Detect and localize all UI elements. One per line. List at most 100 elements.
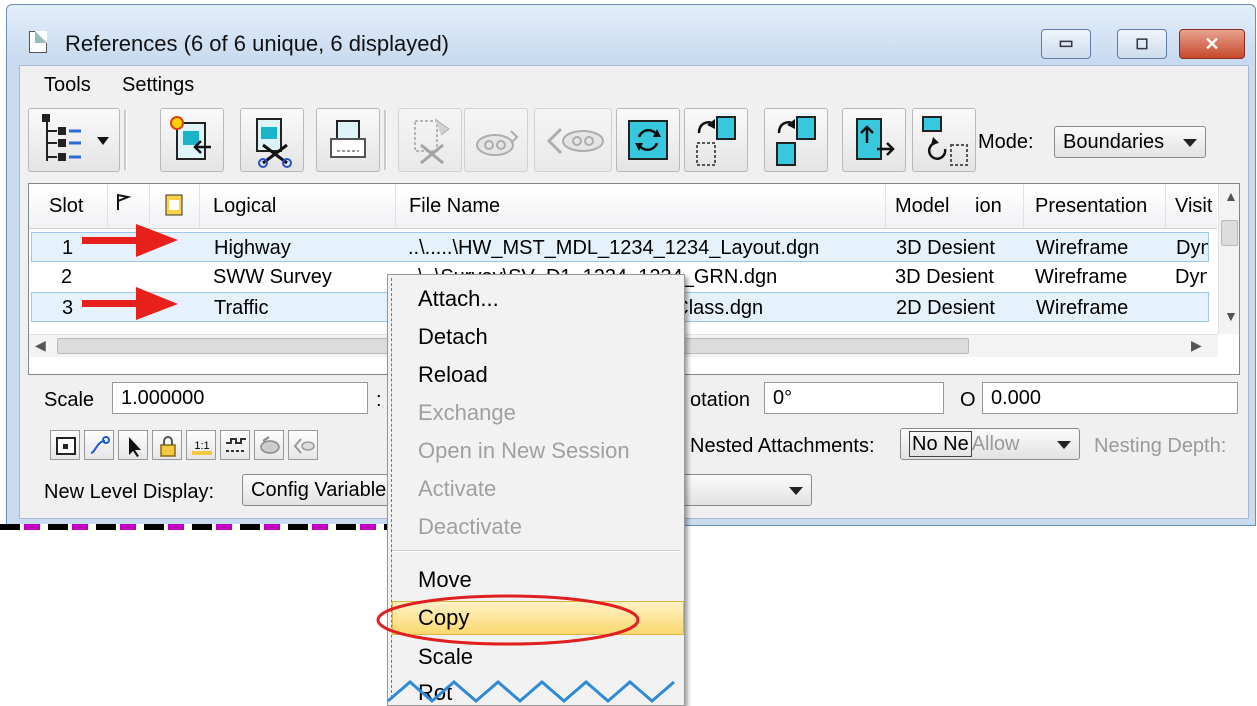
offset-input[interactable]: 0.000 <box>982 382 1238 414</box>
context-menu-separator <box>392 550 680 552</box>
context-menu-deactivate[interactable]: Deactivate <box>418 513 522 541</box>
svg-text:1:1: 1:1 <box>194 440 209 452</box>
scale-reference-button[interactable] <box>842 108 906 172</box>
close-button[interactable]: ✕ <box>1179 29 1245 59</box>
rotation-input[interactable]: 0° <box>764 382 944 414</box>
column-description[interactable]: ion <box>975 194 1002 218</box>
nested-attachments-disabled-value: Allow <box>971 433 1020 455</box>
chevron-down-icon <box>1183 139 1197 147</box>
slot-cell: 2 <box>61 266 73 288</box>
flag-icon[interactable] <box>115 192 132 218</box>
column-divider <box>1165 184 1166 228</box>
context-menu-activate[interactable]: Activate <box>418 475 496 503</box>
scale-separator: : <box>376 389 382 411</box>
minimize-icon: ▭ <box>1058 35 1074 52</box>
slot-cell: 3 <box>62 297 74 319</box>
vertical-scroll-thumb[interactable] <box>1221 220 1238 246</box>
reference-settings-button[interactable] <box>464 108 528 172</box>
move-reference-button[interactable] <box>684 108 748 172</box>
copy-reference-button[interactable] <box>764 108 828 172</box>
menu-settings[interactable]: Settings <box>122 73 194 97</box>
model-cell: 3D Desient <box>895 266 994 288</box>
model-cell: 3D Desient <box>896 237 995 259</box>
detach-reference-button[interactable] <box>240 108 304 172</box>
column-presentation[interactable]: Presentation <box>1035 194 1147 218</box>
maximize-icon: ◻ <box>1135 35 1149 52</box>
print-reference-button[interactable] <box>316 108 380 172</box>
scroll-down-icon[interactable]: ▼ <box>1224 306 1238 326</box>
context-menu: Attach... Detach Reload Exchange Open in… <box>387 274 685 706</box>
file-type-icon[interactable] <box>165 194 183 222</box>
slot-cell: 1 <box>62 237 74 259</box>
attach-reference-button[interactable] <box>160 108 224 172</box>
context-menu-open-new-session[interactable]: Open in New Session <box>418 437 630 465</box>
column-slot[interactable]: Slot <box>49 194 83 218</box>
rotation-label: otation <box>690 389 751 411</box>
model-cell: 2D Desient <box>896 297 995 319</box>
list-header: Slot Logical File Name Model ion Present… <box>29 184 1217 229</box>
context-menu-exchange[interactable]: Exchange <box>418 399 516 427</box>
minimize-button[interactable]: ▭ <box>1041 29 1091 59</box>
nested-attachments-value: No Ne <box>909 431 972 457</box>
ignore-attachment-button[interactable] <box>288 430 318 460</box>
logical-cell: Traffic <box>214 297 269 319</box>
toolbar-separator <box>384 110 387 170</box>
snap-toggle-button[interactable] <box>84 430 114 460</box>
table-row[interactable]: 1 Highway ..\.....\HW_MST_MDL_1234_1234_… <box>31 232 1209 262</box>
context-menu-scale[interactable]: Scale <box>418 643 473 671</box>
column-divider <box>199 184 200 228</box>
rotate-reference-button[interactable] <box>912 108 976 172</box>
nested-attachments-label: Nested Attachments: <box>690 435 875 457</box>
scroll-right-icon[interactable]: ▶ <box>1191 335 1202 355</box>
context-menu-rotate[interactable]: Rot <box>418 679 452 705</box>
logical-cell: SWW Survey <box>213 266 332 288</box>
toolbar-separator <box>124 110 127 170</box>
cut-reference-button[interactable] <box>398 108 462 172</box>
level-display-label: New Level Display: <box>44 481 215 503</box>
scale-label: Scale <box>44 389 95 411</box>
nesting-depth-label: Nesting Depth: <box>1094 435 1227 457</box>
lock-toggle-button[interactable] <box>152 430 182 460</box>
column-visible[interactable]: Visit <box>1175 194 1215 218</box>
close-icon: ✕ <box>1204 34 1220 54</box>
references-icon <box>29 31 47 53</box>
display-toggle-button[interactable] <box>50 430 80 460</box>
mode-value: Boundaries <box>1063 131 1165 153</box>
context-menu-reload[interactable]: Reload <box>418 361 488 389</box>
locate-toggle-button[interactable] <box>118 430 148 460</box>
reference-display-button[interactable] <box>254 430 284 460</box>
presentation-cell: Wireframe <box>1036 297 1129 319</box>
nested-attachments-dropdown[interactable]: No Ne Allow <box>900 428 1080 460</box>
context-menu-gutter <box>391 278 392 698</box>
true-scale-button[interactable]: 1:1 <box>186 430 216 460</box>
line-style-button[interactable] <box>220 430 250 460</box>
tree-view-button[interactable] <box>28 108 120 172</box>
scroll-up-icon[interactable]: ▲ <box>1224 186 1238 206</box>
mode-label: Mode: <box>978 131 1034 153</box>
visible-cell: Dyn <box>1175 266 1207 288</box>
toolbar: Mode: Boundaries <box>20 102 1248 182</box>
context-menu-detach[interactable]: Detach <box>418 323 488 351</box>
column-logical[interactable]: Logical <box>213 194 276 218</box>
vertical-scrollbar[interactable]: ▲ ▼ <box>1218 184 1239 334</box>
level-display-value: Config Variable <box>251 479 387 501</box>
chevron-down-icon <box>789 487 803 495</box>
context-menu-copy[interactable]: Copy <box>418 604 469 632</box>
title-bar[interactable]: References (6 of 6 unique, 6 displayed) … <box>7 5 1255 63</box>
reload-reference-button[interactable] <box>534 108 612 172</box>
context-menu-attach[interactable]: Attach... <box>418 285 499 313</box>
column-file-name[interactable]: File Name <box>409 194 500 218</box>
scroll-left-icon[interactable]: ◀ <box>35 335 46 355</box>
scale-input[interactable]: 1.000000 <box>112 382 368 414</box>
column-model[interactable]: Model <box>895 194 949 218</box>
exchange-reference-button[interactable] <box>616 108 680 172</box>
column-divider <box>1023 184 1024 228</box>
maximize-button[interactable]: ◻ <box>1117 29 1167 59</box>
mode-dropdown[interactable]: Boundaries <box>1054 126 1206 158</box>
context-menu-move[interactable]: Move <box>418 566 472 594</box>
visible-cell: Dyn <box>1176 237 1208 259</box>
column-divider <box>885 184 886 228</box>
offset-label: O <box>960 389 976 411</box>
menu-tools[interactable]: Tools <box>44 73 91 97</box>
presentation-cell: Wireframe <box>1035 266 1128 288</box>
